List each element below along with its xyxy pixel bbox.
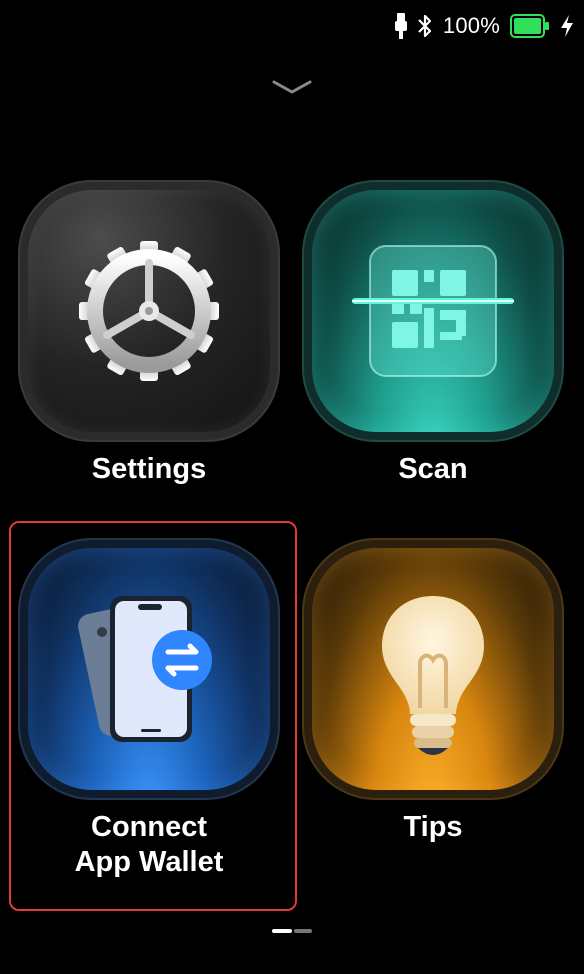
tips-app-button[interactable] xyxy=(302,538,564,800)
status-bar: 100% xyxy=(394,10,574,42)
battery-percent: 100% xyxy=(442,13,500,38)
selection-highlight xyxy=(9,521,297,911)
scan-tile-face xyxy=(312,190,554,432)
tips-tile-face xyxy=(312,548,554,790)
lightbulb-icon xyxy=(382,596,484,755)
gear-icon xyxy=(79,241,219,381)
usb-icon xyxy=(394,13,407,39)
settings-app-button[interactable] xyxy=(18,180,280,442)
scan-app-button[interactable] xyxy=(302,180,564,442)
page-indicator xyxy=(272,929,312,935)
chevron-down-icon[interactable] xyxy=(270,76,314,98)
tips-label: Tips xyxy=(403,811,463,843)
charging-bolt-icon xyxy=(561,15,573,37)
page-dot-active xyxy=(272,929,292,933)
battery-icon xyxy=(510,14,549,38)
settings-label: Settings xyxy=(91,453,207,485)
qr-scan-icon xyxy=(352,245,514,377)
bluetooth-icon xyxy=(418,14,432,38)
page-dot xyxy=(294,929,312,933)
scan-label: Scan xyxy=(398,453,468,485)
settings-tile-face xyxy=(28,190,270,432)
